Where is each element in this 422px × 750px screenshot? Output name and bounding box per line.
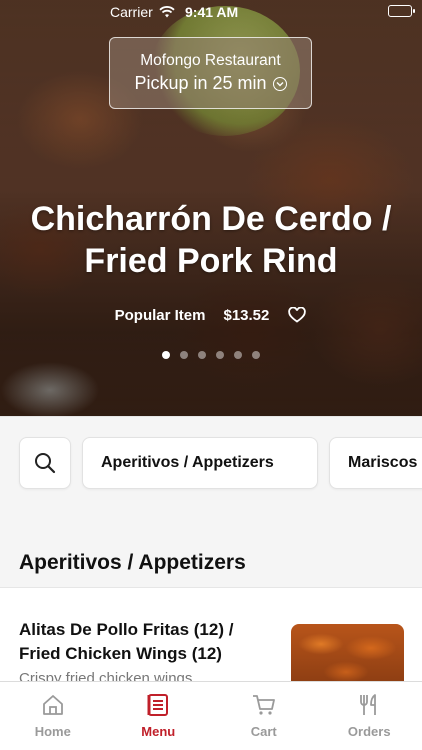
tab-menu[interactable]: Menu bbox=[106, 682, 212, 750]
carousel-dot[interactable] bbox=[234, 351, 242, 359]
search-icon bbox=[35, 453, 56, 474]
carousel-pagination[interactable] bbox=[0, 351, 422, 359]
category-chip-label: Mariscos bbox=[348, 454, 418, 471]
section-header: Aperitivos / Appetizers bbox=[0, 540, 422, 586]
search-button[interactable] bbox=[19, 437, 71, 489]
tab-label: Menu bbox=[141, 724, 176, 739]
tab-bar: Home Menu Cart Orders bbox=[0, 681, 422, 750]
chevron-down-icon bbox=[272, 76, 287, 91]
status-bar: Carrier 9:41 AM bbox=[0, 0, 422, 24]
featured-item-title: Chicharrón De Cerdo / Fried Pork Rind bbox=[30, 200, 392, 280]
tab-label: Orders bbox=[347, 724, 391, 739]
tab-home[interactable]: Home bbox=[0, 682, 106, 750]
cart-icon bbox=[252, 695, 275, 715]
carousel-dot[interactable] bbox=[252, 351, 260, 359]
orders-icon bbox=[360, 694, 377, 715]
carousel-dot[interactable] bbox=[162, 351, 170, 359]
tab-cart[interactable]: Cart bbox=[211, 682, 317, 750]
popular-item-tag: Popular Item bbox=[114, 306, 206, 324]
section-title: Aperitivos / Appetizers bbox=[19, 551, 246, 574]
featured-item-price: $13.52 bbox=[223, 306, 270, 324]
tab-label: Cart bbox=[250, 724, 277, 739]
category-strip: Aperitivos / Appetizers Mariscos bbox=[0, 416, 422, 510]
featured-item-meta: Popular Item $13.52 bbox=[0, 305, 422, 325]
menu-item-card[interactable]: Alitas De Pollo Fritas (12) / Fried Chic… bbox=[0, 587, 422, 688]
restaurant-name: Mofongo Restaurant bbox=[140, 52, 281, 69]
menu-icon bbox=[147, 694, 169, 716]
app-screen: Carrier 9:41 AM Mofongo Restaurant Picku… bbox=[0, 0, 422, 750]
pickup-selector[interactable]: Mofongo Restaurant Pickup in 25 min bbox=[109, 37, 312, 109]
carousel-dot[interactable] bbox=[198, 351, 206, 359]
favorite-heart-icon[interactable] bbox=[287, 305, 307, 325]
category-chip-mariscos[interactable]: Mariscos bbox=[329, 437, 422, 489]
carousel-dot[interactable] bbox=[180, 351, 188, 359]
battery-icon bbox=[388, 5, 415, 17]
menu-item-image bbox=[291, 624, 404, 688]
status-time: 9:41 AM bbox=[185, 4, 239, 20]
carousel-dot[interactable] bbox=[216, 351, 224, 359]
category-chip-label: Aperitivos / Appetizers bbox=[101, 454, 274, 471]
pickup-time: Pickup in 25 min bbox=[134, 73, 267, 93]
wifi-icon bbox=[159, 6, 175, 18]
tab-label: Home bbox=[34, 724, 71, 739]
menu-item-name: Alitas De Pollo Fritas (12) / Fried Chic… bbox=[19, 620, 234, 663]
carrier-label: Carrier bbox=[110, 4, 153, 20]
hero-banner[interactable]: Carrier 9:41 AM Mofongo Restaurant Picku… bbox=[0, 0, 422, 416]
tab-orders[interactable]: Orders bbox=[317, 682, 422, 750]
home-icon bbox=[42, 695, 63, 715]
category-chip-appetizers[interactable]: Aperitivos / Appetizers bbox=[82, 437, 318, 489]
